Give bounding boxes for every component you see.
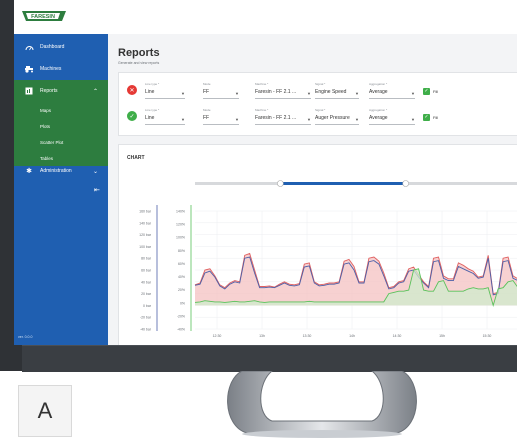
top-bar: FARESIN (14, 0, 517, 35)
mode-select[interactable]: Mode FF ▼ (203, 108, 239, 126)
x-axis-tick: 15h (439, 334, 445, 338)
right-axis-tick: 60% (178, 262, 185, 266)
x-axis-tick: 12:30 (213, 334, 222, 338)
left-axis-tick: -40 bar (140, 328, 152, 332)
chevron-down-icon: ▼ (181, 117, 185, 122)
ok-status-icon: ✓ (127, 111, 137, 121)
sidebar-subitem-plots[interactable]: Plots (14, 118, 108, 134)
range-slider-handle-start[interactable] (277, 180, 284, 187)
fill-label: Fill (433, 115, 439, 120)
aggregation-select[interactable]: Aggregation * Average ▼ (369, 108, 415, 126)
right-axis-tick: 100% (176, 236, 185, 240)
sidebar-item-label: Dashboard (40, 44, 65, 50)
chevron-down-icon: ▼ (235, 91, 239, 96)
filter-row: ✓ Line type * Line ▼ Mode FF ▼ Machine * Fare… (119, 104, 517, 130)
x-axis-tick: 14:30 (393, 334, 402, 338)
mode-select[interactable]: Mode FF ▼ (203, 82, 239, 100)
right-axis-tick: 120% (176, 223, 185, 227)
page-subtitle: Generate and view reports (118, 61, 160, 65)
gear-icon: ✱ (26, 168, 32, 175)
main-content: Reports Generate and view reports ✕ Line… (108, 34, 517, 345)
left-axis-tick: 60 bar (141, 269, 152, 273)
chevron-down-icon: ▼ (355, 91, 359, 96)
sidebar-item-machines[interactable]: Machines (14, 58, 108, 80)
monitor-bezel (22, 345, 517, 372)
left-axis-tick: 140 bar (139, 221, 152, 225)
signal-select[interactable]: Signal * Engine Speed ▼ (315, 82, 359, 100)
left-axis-tick: 40 bar (141, 280, 152, 284)
chart: 160 bar 140 bar 120 bar 100 bar 80 bar 60 bar… (139, 180, 517, 338)
fill-label: Fill (433, 89, 439, 94)
x-axis-tick: 15:30 (483, 334, 492, 338)
fill-checkbox[interactable]: ✓ (423, 114, 430, 121)
sidebar-item-label: Reports (40, 88, 58, 94)
reports-icon (24, 86, 34, 96)
left-axis-tick: 20 bar (141, 292, 152, 296)
left-axis-tick: 100 bar (139, 245, 152, 249)
figure-label-badge: A (18, 385, 72, 437)
left-axis-tick: 120 bar (139, 233, 152, 237)
sidebar: Dashboard Machines Reports ⌃ Maps Plots … (14, 34, 108, 345)
tractor-icon (24, 64, 34, 74)
chart-panel: CHART 160 bar 140 bar 120 bar 100 bar 80 bar… (118, 144, 517, 345)
sidebar-item-dashboard[interactable]: Dashboard (14, 36, 108, 58)
chevron-down-icon: ▼ (307, 117, 311, 122)
machine-select[interactable]: Machine * Faresin - FF 2.1 ... ▼ (255, 108, 311, 126)
right-axis-tick: 20% (178, 288, 185, 292)
line-type-select[interactable]: Line type * Line ▼ (145, 82, 185, 100)
chevron-down-icon: ▼ (355, 117, 359, 122)
left-axis-tick: -20 bar (140, 316, 152, 320)
chevron-down-icon: ▼ (411, 91, 415, 96)
gauge-icon (24, 42, 34, 52)
logo-text: FARESIN (31, 14, 55, 20)
left-axis-tick: 80 bar (141, 257, 152, 261)
x-axis-tick: 14h (349, 334, 355, 338)
chevron-down-icon: ▼ (411, 117, 415, 122)
right-axis-tick: 0% (180, 301, 185, 305)
app-logo[interactable]: FARESIN (20, 8, 68, 24)
chevron-down-icon: ▼ (307, 91, 311, 96)
aggregation-select[interactable]: Aggregation * Average ▼ (369, 82, 415, 100)
range-slider-handle-end[interactable] (402, 180, 410, 187)
sidebar-item-reports[interactable]: Reports ⌃ (14, 80, 108, 102)
sidebar-subitem-scatter-plot[interactable]: Scatter Plot (14, 134, 108, 150)
collapse-icon[interactable]: ⇤ (94, 186, 100, 194)
signal-select[interactable]: Signal * Auger Pressure ▼ (315, 108, 359, 126)
sidebar-item-administration[interactable]: ✱ Administration ⌄ (14, 160, 108, 182)
page-title: Reports (118, 47, 160, 59)
chevron-down-icon: ▼ (181, 91, 185, 96)
right-axis-tick: 40% (178, 275, 185, 279)
left-axis-tick: 160 bar (139, 210, 152, 214)
chevron-down-icon[interactable]: ⌄ (93, 168, 98, 175)
sidebar-item-label: Administration (40, 168, 72, 174)
error-status-icon: ✕ (127, 85, 137, 95)
right-axis-tick: 80% (178, 249, 185, 253)
machine-select[interactable]: Machine * Faresin - FF 2.1 ... ▼ (255, 82, 311, 100)
sidebar-item-label: Machines (40, 66, 62, 72)
x-axis-tick: 13h (259, 334, 265, 338)
right-axis-tick: 140% (176, 210, 185, 214)
right-axis-tick: -40% (177, 328, 185, 332)
right-axis-tick: -20% (177, 314, 185, 318)
fill-checkbox[interactable]: ✓ (423, 88, 430, 95)
monitor: FARESIN Dashboard Machines Reports ⌃ Map… (0, 0, 517, 372)
version-text: ver. 0.0.0 (18, 335, 33, 339)
chevron-down-icon: ▼ (235, 117, 239, 122)
filter-row: ✕ Line type * Line ▼ Mode FF ▼ Machine * Fare… (119, 78, 517, 104)
filters-panel: ✕ Line type * Line ▼ Mode FF ▼ Machine * Fare… (118, 72, 517, 136)
monitor-stand (227, 371, 417, 438)
x-axis-tick: 13:30 (303, 334, 312, 338)
line-type-select[interactable]: Line type * Line ▼ (145, 108, 185, 126)
range-slider-selection (280, 182, 406, 185)
sidebar-subitem-maps[interactable]: Maps (14, 102, 108, 118)
left-axis-tick: 0 bar (143, 304, 152, 308)
chevron-up-icon[interactable]: ⌃ (93, 88, 98, 95)
screen: FARESIN Dashboard Machines Reports ⌃ Map… (14, 0, 517, 345)
